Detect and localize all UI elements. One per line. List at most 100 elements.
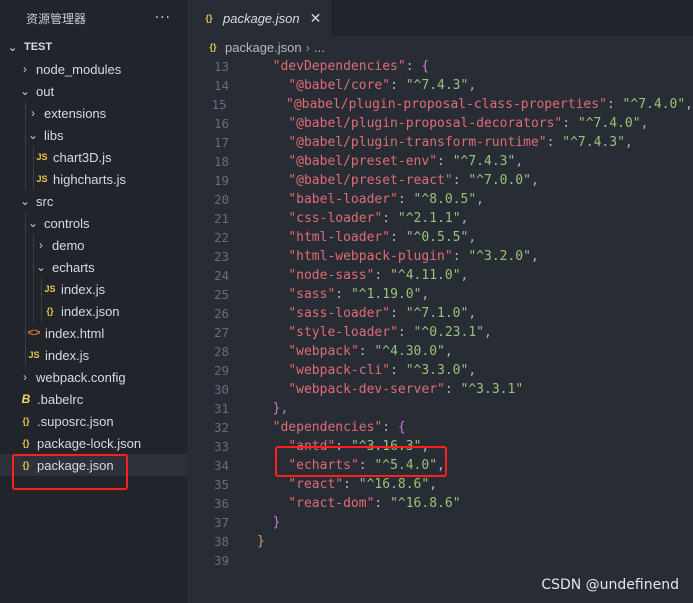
token: ": [288, 268, 297, 283]
folder-item[interactable]: › webpack.config: [0, 366, 187, 388]
file-item[interactable]: JS highcharts.js: [0, 168, 187, 190]
token: ": [350, 344, 359, 359]
tree-item-label: extensions: [44, 105, 107, 121]
json-value: ^7.4.0: [585, 116, 633, 131]
tree-item-label: .babelrc: [37, 391, 84, 407]
code-line: 37 }: [187, 513, 693, 532]
file-tree: › node_modules ⌄ out › extensions ⌄ libs JS chart…: [0, 58, 187, 476]
json-value: ^2.1.1: [405, 211, 453, 226]
folder-item[interactable]: ⌄ src: [0, 190, 187, 212]
token: ": [405, 230, 414, 245]
tree-item-label: .suposrc.json: [37, 413, 114, 429]
token: ": [288, 344, 297, 359]
workspace-folder-header[interactable]: ⌄ TEST: [0, 36, 187, 58]
line-source: "sass": "^1.19.0",: [257, 285, 429, 304]
code-line: 23 "html-webpack-plugin": "^3.2.0",: [187, 247, 693, 266]
token: ,: [484, 325, 492, 340]
line-number: 25: [213, 287, 229, 302]
json-value: ^3.3.1: [468, 382, 516, 397]
folder-item[interactable]: › extensions: [0, 102, 187, 124]
file-item[interactable]: JS index.js: [0, 278, 187, 300]
folder-item[interactable]: ⌄ libs: [0, 124, 187, 146]
line-source: "webpack-cli": "^3.3.0",: [257, 361, 476, 380]
file-item[interactable]: JS chart3D.js: [0, 146, 187, 168]
json-value: ^3.2.0: [476, 249, 524, 264]
more-actions-icon[interactable]: ···: [155, 10, 171, 26]
json-value: ^7.1.0: [413, 306, 461, 321]
token: ,: [468, 230, 477, 245]
babel-file-icon: B: [21, 392, 31, 406]
token: ": [288, 173, 297, 188]
token: :: [390, 363, 406, 378]
tree-item-label: package-lock.json: [37, 435, 142, 451]
token: ": [452, 496, 461, 511]
token: ": [429, 458, 438, 473]
token: ": [288, 154, 297, 169]
folder-item[interactable]: › demo: [0, 234, 187, 256]
code-area[interactable]: 13 "devDependencies": {14 "@babel/core":…: [187, 57, 693, 570]
token: ,: [444, 344, 453, 359]
token: ": [468, 249, 477, 264]
indent-guide: [25, 102, 26, 124]
folder-item[interactable]: › node_modules: [0, 58, 187, 80]
code-line: 15 "@babel/plugin-proposal-class-propert…: [187, 95, 693, 114]
file-item[interactable]: JS index.js: [0, 344, 187, 366]
indent-guide: [25, 124, 26, 146]
json-file-icon: {}: [46, 306, 54, 316]
token: ": [599, 97, 607, 112]
breadcrumb-file[interactable]: package.json: [225, 40, 302, 55]
token: ": [437, 344, 445, 359]
json-key: react-dom: [296, 496, 367, 511]
code-line: 14 "@babel/core": "^7.4.3",: [187, 76, 693, 95]
close-icon[interactable]: ✕: [310, 10, 322, 27]
token: ": [515, 382, 524, 397]
json-value: ^7.4.3: [570, 135, 618, 150]
json-key: @babel/core: [296, 78, 383, 93]
file-item[interactable]: {} package-lock.json: [0, 432, 187, 454]
indent-guide: [33, 300, 34, 322]
json-key: @babel/plugin-proposal-decorators: [296, 116, 555, 131]
token: :: [562, 116, 578, 131]
watermark: CSDN @undefinend: [541, 577, 679, 593]
token: ": [358, 477, 367, 492]
folder-item[interactable]: ⌄ out: [0, 80, 187, 102]
token: :: [374, 268, 391, 283]
file-item[interactable]: {} package.json: [0, 454, 187, 476]
file-item[interactable]: <> index.html: [0, 322, 187, 344]
tab-package-json[interactable]: {} package.json ✕: [187, 0, 332, 36]
breadcrumb-rest[interactable]: ...: [314, 40, 325, 55]
chevron-down-icon: ⌄: [8, 41, 18, 54]
line-source: "@babel/preset-env": "^7.4.3",: [257, 152, 523, 171]
token: ": [285, 97, 294, 112]
chevron-right-icon: ›: [23, 62, 27, 76]
file-item[interactable]: {} .suposrc.json: [0, 410, 187, 432]
tree-item-label: webpack.config: [36, 369, 126, 385]
token: ": [350, 458, 359, 473]
token: ,: [640, 116, 649, 131]
json-key: webpack: [296, 344, 351, 359]
tab-bar: {} package.json ✕: [187, 0, 693, 36]
token: ,: [460, 211, 469, 226]
code-line: 39: [187, 551, 693, 570]
file-item[interactable]: B .babelrc: [0, 388, 187, 410]
token: ,: [468, 78, 477, 93]
code-line: 34 "echarts": "^5.4.0",: [187, 456, 693, 475]
file-item[interactable]: {} index.json: [0, 300, 187, 322]
folder-item[interactable]: ⌄ controls: [0, 212, 187, 234]
json-value: ^16.8.6: [366, 477, 422, 492]
token: ,: [468, 363, 477, 378]
tree-item-label: node_modules: [36, 61, 122, 77]
token: :: [606, 97, 623, 112]
line-source: "antd": "^3.16.3",: [257, 437, 429, 456]
token: ": [577, 116, 586, 131]
line-source: "react-dom": "^16.8.6": [257, 494, 461, 513]
folder-item[interactable]: ⌄ echarts: [0, 256, 187, 278]
code-line: 30 "webpack-dev-server": "^3.3.1": [187, 380, 693, 399]
json-value: ^4.11.0: [397, 268, 453, 283]
